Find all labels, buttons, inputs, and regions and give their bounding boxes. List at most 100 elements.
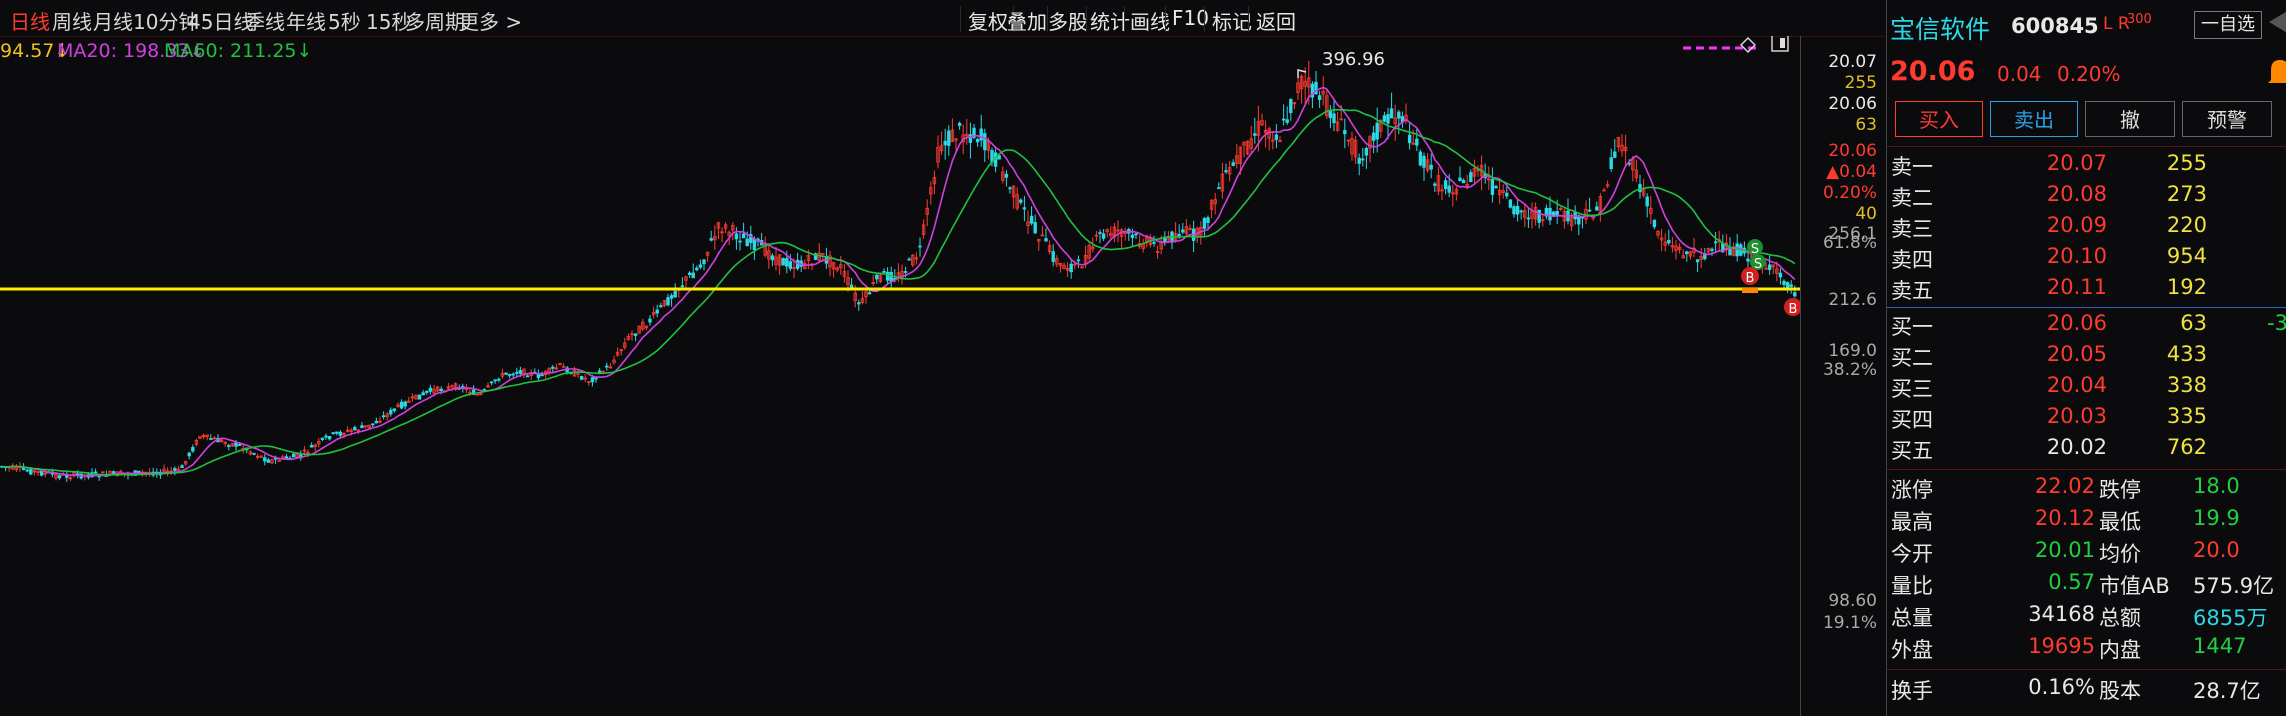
tab-quarterly[interactable]: 季线 <box>245 6 285 35</box>
candle-body <box>237 444 242 446</box>
stat-row: 涨停 22.02 跌停 18.0 <box>1887 474 2286 505</box>
ask-label: 卖五 <box>1891 279 1933 303</box>
ma60-line <box>1 108 1796 476</box>
stat-label: 跌停 <box>2099 478 2141 502</box>
scroll-arrow-icon[interactable] <box>2267 8 2286 36</box>
cancel-order-button[interactable]: 撤 <box>2085 101 2175 137</box>
candle-body <box>1526 217 1531 220</box>
multi-stock-button[interactable]: 多股 <box>1048 6 1088 35</box>
bid-row[interactable]: 买一 20.06 63 -3 <box>1887 311 2286 342</box>
sell-button[interactable]: 卖出 <box>1990 101 2078 137</box>
candle-body <box>1008 187 1012 190</box>
stat-value: 575.9亿 <box>2193 574 2275 598</box>
candle-body <box>1407 134 1412 144</box>
candle-body <box>1281 118 1286 121</box>
candle-body <box>752 238 757 251</box>
candle-body <box>209 438 213 440</box>
bid-row[interactable]: 买五 20.02 762 <box>1887 435 2286 466</box>
bid-price: 20.02 <box>2046 435 2107 459</box>
price-axis: 20.07 255 20.06 63 20.06 ▲0.04 0.20% 40 … <box>1800 36 1885 716</box>
bid-row[interactable]: 买四 20.03 335 <box>1887 404 2286 435</box>
stat-label: 均价 <box>2099 542 2141 566</box>
candle-body <box>381 415 386 418</box>
tab-multi-period[interactable]: 多周期 <box>405 6 465 35</box>
candle-body <box>673 290 677 298</box>
candle-body <box>1782 280 1786 285</box>
buy-signal-icon: B <box>1784 298 1800 317</box>
ask-row[interactable]: 卖四 20.10 954 <box>1887 244 2286 275</box>
candle-body <box>327 436 332 440</box>
candle-body <box>1289 98 1293 114</box>
bell-icon[interactable] <box>2263 56 2286 88</box>
candle-body <box>299 454 303 457</box>
ask-row[interactable]: 卖一 20.07 255 <box>1887 151 2286 182</box>
ask-row[interactable]: 卖三 20.09 220 <box>1887 213 2286 244</box>
tab-45day[interactable]: 45日线 <box>188 6 253 35</box>
candle-body <box>857 302 861 305</box>
candle-body <box>1152 241 1156 244</box>
axis-label: 0.20% <box>1822 183 1877 203</box>
mark-button[interactable]: 标记 <box>1212 6 1252 35</box>
tab-yearly[interactable]: 年线 <box>286 6 326 35</box>
candle-body <box>691 272 695 279</box>
ask-volume: 273 <box>2166 182 2207 206</box>
candle-body <box>173 468 177 471</box>
stat-label: 换手 <box>1891 679 1933 703</box>
high-value-label: 396.96 <box>1322 49 1385 70</box>
ask-row[interactable]: 卖五 20.11 192 <box>1887 275 2286 306</box>
candle-body <box>1364 147 1369 156</box>
axis-label: 20.06 <box>1828 94 1877 114</box>
candle-body <box>1285 119 1289 123</box>
buy-button[interactable]: 买入 <box>1895 101 1983 137</box>
candle-body <box>669 295 674 299</box>
bid-volume: 338 <box>2166 373 2207 397</box>
tab-weekly[interactable]: 周线 <box>52 6 92 35</box>
candle-body <box>785 258 789 267</box>
bid-row[interactable]: 买三 20.04 338 <box>1887 373 2286 404</box>
candle-body <box>907 258 911 261</box>
bid-price: 20.04 <box>2046 373 2107 397</box>
candle-body <box>1505 192 1509 197</box>
candle-body <box>1332 113 1336 124</box>
diamond-icon[interactable] <box>1740 37 1756 53</box>
alert-button[interactable]: 预警 <box>2182 101 2272 137</box>
ask-label: 卖三 <box>1891 217 1933 241</box>
axis-label: 169.0 <box>1828 341 1877 361</box>
candle-body <box>903 271 908 273</box>
price-chart[interactable]: 396.96 S S B B <box>0 36 1800 716</box>
tab-monthly[interactable]: 月线 <box>93 6 133 35</box>
axis-label: 63 <box>1855 115 1877 135</box>
candle-body <box>1253 133 1257 136</box>
favorite-button[interactable]: 一自选 <box>2194 11 2262 39</box>
tab-5sec[interactable]: 5秒 <box>328 6 361 35</box>
candle-body <box>1548 207 1552 221</box>
candle-body <box>947 130 951 146</box>
candle-body <box>1685 251 1689 255</box>
draw-line-button[interactable]: 画线 <box>1130 6 1170 35</box>
axis-label: 19.1% <box>1822 613 1877 633</box>
ask-label: 卖一 <box>1891 155 1933 179</box>
candle-body <box>1461 179 1466 184</box>
candle-body <box>655 309 659 314</box>
panel-toggle-icon[interactable] <box>1771 36 1789 52</box>
back-button[interactable]: 返回 <box>1256 6 1296 35</box>
stat-label: 涨停 <box>1891 478 1933 502</box>
overlay-button[interactable]: 叠加 <box>1007 6 1047 35</box>
stat-value: 0.16% <box>2028 675 2095 699</box>
candle-body <box>659 305 663 308</box>
candle-body <box>1429 164 1433 170</box>
bid-row[interactable]: 买二 20.05 433 <box>1887 342 2286 373</box>
tab-daily[interactable]: 日线 <box>10 6 50 35</box>
more-menu[interactable]: 更多 > <box>459 6 522 35</box>
bid-volume: 762 <box>2166 435 2207 459</box>
candle-body <box>1076 259 1081 262</box>
candle-body <box>353 427 357 431</box>
candle-body <box>1415 138 1419 146</box>
ask-row[interactable]: 卖二 20.08 273 <box>1887 182 2286 213</box>
axis-label: 20.06 <box>1828 141 1877 161</box>
axis-label: 212.6 <box>1828 290 1877 310</box>
adjust-button[interactable]: 复权 <box>968 6 1008 35</box>
toolbar-divider <box>1204 6 1205 32</box>
candle-body <box>781 258 785 266</box>
candle-body <box>417 394 422 400</box>
